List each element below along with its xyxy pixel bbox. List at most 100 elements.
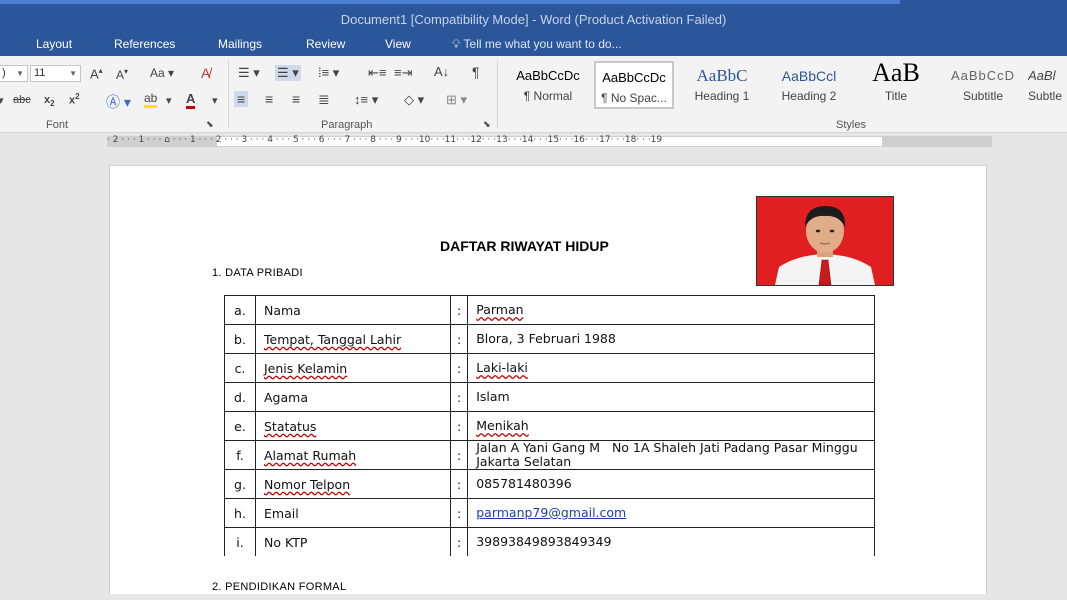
title-bar: Document1 [Compatibility Mode] - Word (P… [0,0,1067,36]
align-right-icon[interactable]: ≡ [292,91,300,107]
font-color-icon[interactable]: A [186,91,196,109]
section-heading-data-pribadi: 1. DATA PRIBADI [212,267,303,279]
ruler-scale: · 2 · · · 1 · · · ⌂ · · · 1 · · · 2 · · … [107,135,663,145]
font-size-value: 11 [34,67,46,79]
document-page[interactable]: DAFTAR RIWAYAT HIDUP 1. DATA PRIBADI a. … [109,165,987,600]
table-row: e. Statatus : Menikah [224,411,876,441]
profile-photo [756,196,894,286]
chevron-down-icon[interactable]: ▾ [166,94,172,107]
style-preview: AaBbCcD [950,68,1016,83]
row-separator: : [449,498,469,528]
text-effects-icon[interactable]: Ⓐ ▾ [106,92,131,112]
clear-format-icon[interactable]: A̸ [201,65,210,81]
table-row: i. No KTP : 39893849893849349 [224,527,876,556]
table-row: h. Email : parmanp79@gmail.com [224,498,876,528]
tab-mailings[interactable]: Mailings [218,37,262,51]
shading-icon[interactable]: ◇ ▾ [404,92,424,108]
row-label: Jenis Kelamin [264,360,348,376]
line-spacing-icon[interactable]: ↕≡ ▾ [354,92,378,108]
style-preview: AaBbC [696,66,748,85]
group-divider [497,60,498,128]
highlight-icon[interactable]: ab [144,91,158,108]
grow-font-icon[interactable]: A▴ [90,66,103,81]
shrink-font-icon[interactable]: A▾ [116,67,128,82]
ribbon: ) ▼ 11 ▼ A▴ A▾ Aa ▾ A̸ ▾ abc x2 x2 Ⓐ ▾ a… [0,56,1067,133]
table-row: f. Alamat Rumah : Jalan A Yani Gang M No… [224,440,876,470]
borders-icon[interactable]: ⊞ ▾ [446,92,467,108]
table-row: b. Tempat, Tanggal Lahir : Blora, 3 Febr… [224,324,876,354]
style-name: Heading 1 [694,89,750,103]
numbering-icon[interactable]: ☰ ▾ [275,65,301,81]
tab-review[interactable]: Review [306,37,345,51]
row-label: Email [255,498,451,528]
table-row: d. Agama : Islam [224,382,876,412]
tab-references[interactable]: References [114,37,175,51]
row-value: Islam [467,382,876,412]
tab-layout[interactable]: Layout [36,37,72,51]
table-row: c. Jenis Kelamin : Laki-laki [224,353,876,383]
justify-icon[interactable]: ≣ [318,91,330,108]
pilcrow-icon[interactable]: ¶ [472,64,480,80]
increase-indent-icon[interactable]: ≡⇥ [394,65,412,81]
font-size-combo[interactable]: 11 ▼ [30,65,81,82]
row-key: g. [224,469,256,499]
style-preview: AaBbCcl [781,68,837,84]
bullets-icon[interactable]: ☰ ▾ [238,65,260,81]
change-case-icon[interactable]: Aa ▾ [150,66,174,80]
tell-me-box[interactable]: 💡︎ Tell me what you want to do... [452,37,622,52]
tell-me-text: Tell me what you want to do... [463,37,622,51]
align-left-icon[interactable]: ≡ [234,91,249,107]
chevron-down-icon[interactable]: ▾ [212,94,218,107]
style-title[interactable]: AaB Title [856,61,936,109]
center-icon[interactable]: ≡ [265,91,273,107]
row-separator: : [449,411,469,441]
style-name: ¶ No Spac... [601,91,667,105]
ribbon-tabs: Layout References Mailings Review View 💡… [0,36,1067,56]
strikethrough-icon[interactable]: abc [13,94,31,106]
sort-icon[interactable]: A↓ [434,64,449,79]
tab-view[interactable]: View [385,37,411,51]
row-key: i. [224,527,256,556]
row-value: Blora, 3 Februari 1988 [467,324,876,354]
row-label: Tempat, Tanggal Lahir [264,331,402,347]
row-key: b. [224,324,256,354]
email-link[interactable]: parmanp79@gmail.com [476,505,626,520]
superscript-icon[interactable]: x2 [69,92,80,107]
row-key: c. [224,353,256,383]
row-separator: : [449,295,469,325]
row-separator: : [449,469,469,499]
row-value: 085781480396 [467,469,876,499]
style-no-spacing[interactable]: AaBbCcDc ¶ No Spac... [594,61,674,109]
style-preview: AaBbCcDc [602,70,666,85]
font-group-label: Font [46,119,69,131]
style-name: Subtle [1028,89,1063,103]
section-heading-pendidikan: 2. PENDIDIKAN FORMAL [212,581,347,593]
style-preview: AaB [872,61,920,87]
font-name-combo[interactable]: ) ▼ [0,65,28,82]
dialog-launcher-icon[interactable]: ⬊ [206,119,214,130]
dialog-launcher-icon[interactable]: ⬊ [483,119,491,130]
paragraph-group-label: Paragraph [321,119,373,131]
style-heading-2[interactable]: AaBbCcl Heading 2 [769,61,849,109]
style-subtitle[interactable]: AaBbCcD Subtitle [943,61,1023,109]
decrease-indent-icon[interactable]: ⇤≡ [368,65,386,81]
row-separator: : [449,440,469,470]
row-key: h. [224,498,256,528]
multilevel-list-icon[interactable]: ⁞≡ ▾ [318,65,339,81]
title-accent [0,0,900,4]
row-key: d. [224,382,256,412]
style-normal[interactable]: AaBbCcDc ¶ Normal [508,61,588,109]
styles-group-label: Styles [836,119,866,131]
row-separator: : [449,527,469,556]
row-value: Laki-laki [476,360,528,375]
row-key: f. [224,440,256,470]
style-subtle-emphasis[interactable]: AaBl Subtle [1028,61,1067,109]
style-heading-1[interactable]: AaBbC Heading 1 [682,61,762,109]
subscript-icon[interactable]: x2 [44,94,55,108]
row-separator: : [449,353,469,383]
window-title: Document1 [Compatibility Mode] - Word (P… [340,12,727,27]
chevron-down-icon[interactable]: ▾ [0,94,4,107]
row-value: Parman [476,302,524,317]
horizontal-ruler[interactable]: · 2 · · · 1 · · · ⌂ · · · 1 · · · 2 · · … [0,133,1067,151]
style-preview: AaBl [1028,68,1056,83]
